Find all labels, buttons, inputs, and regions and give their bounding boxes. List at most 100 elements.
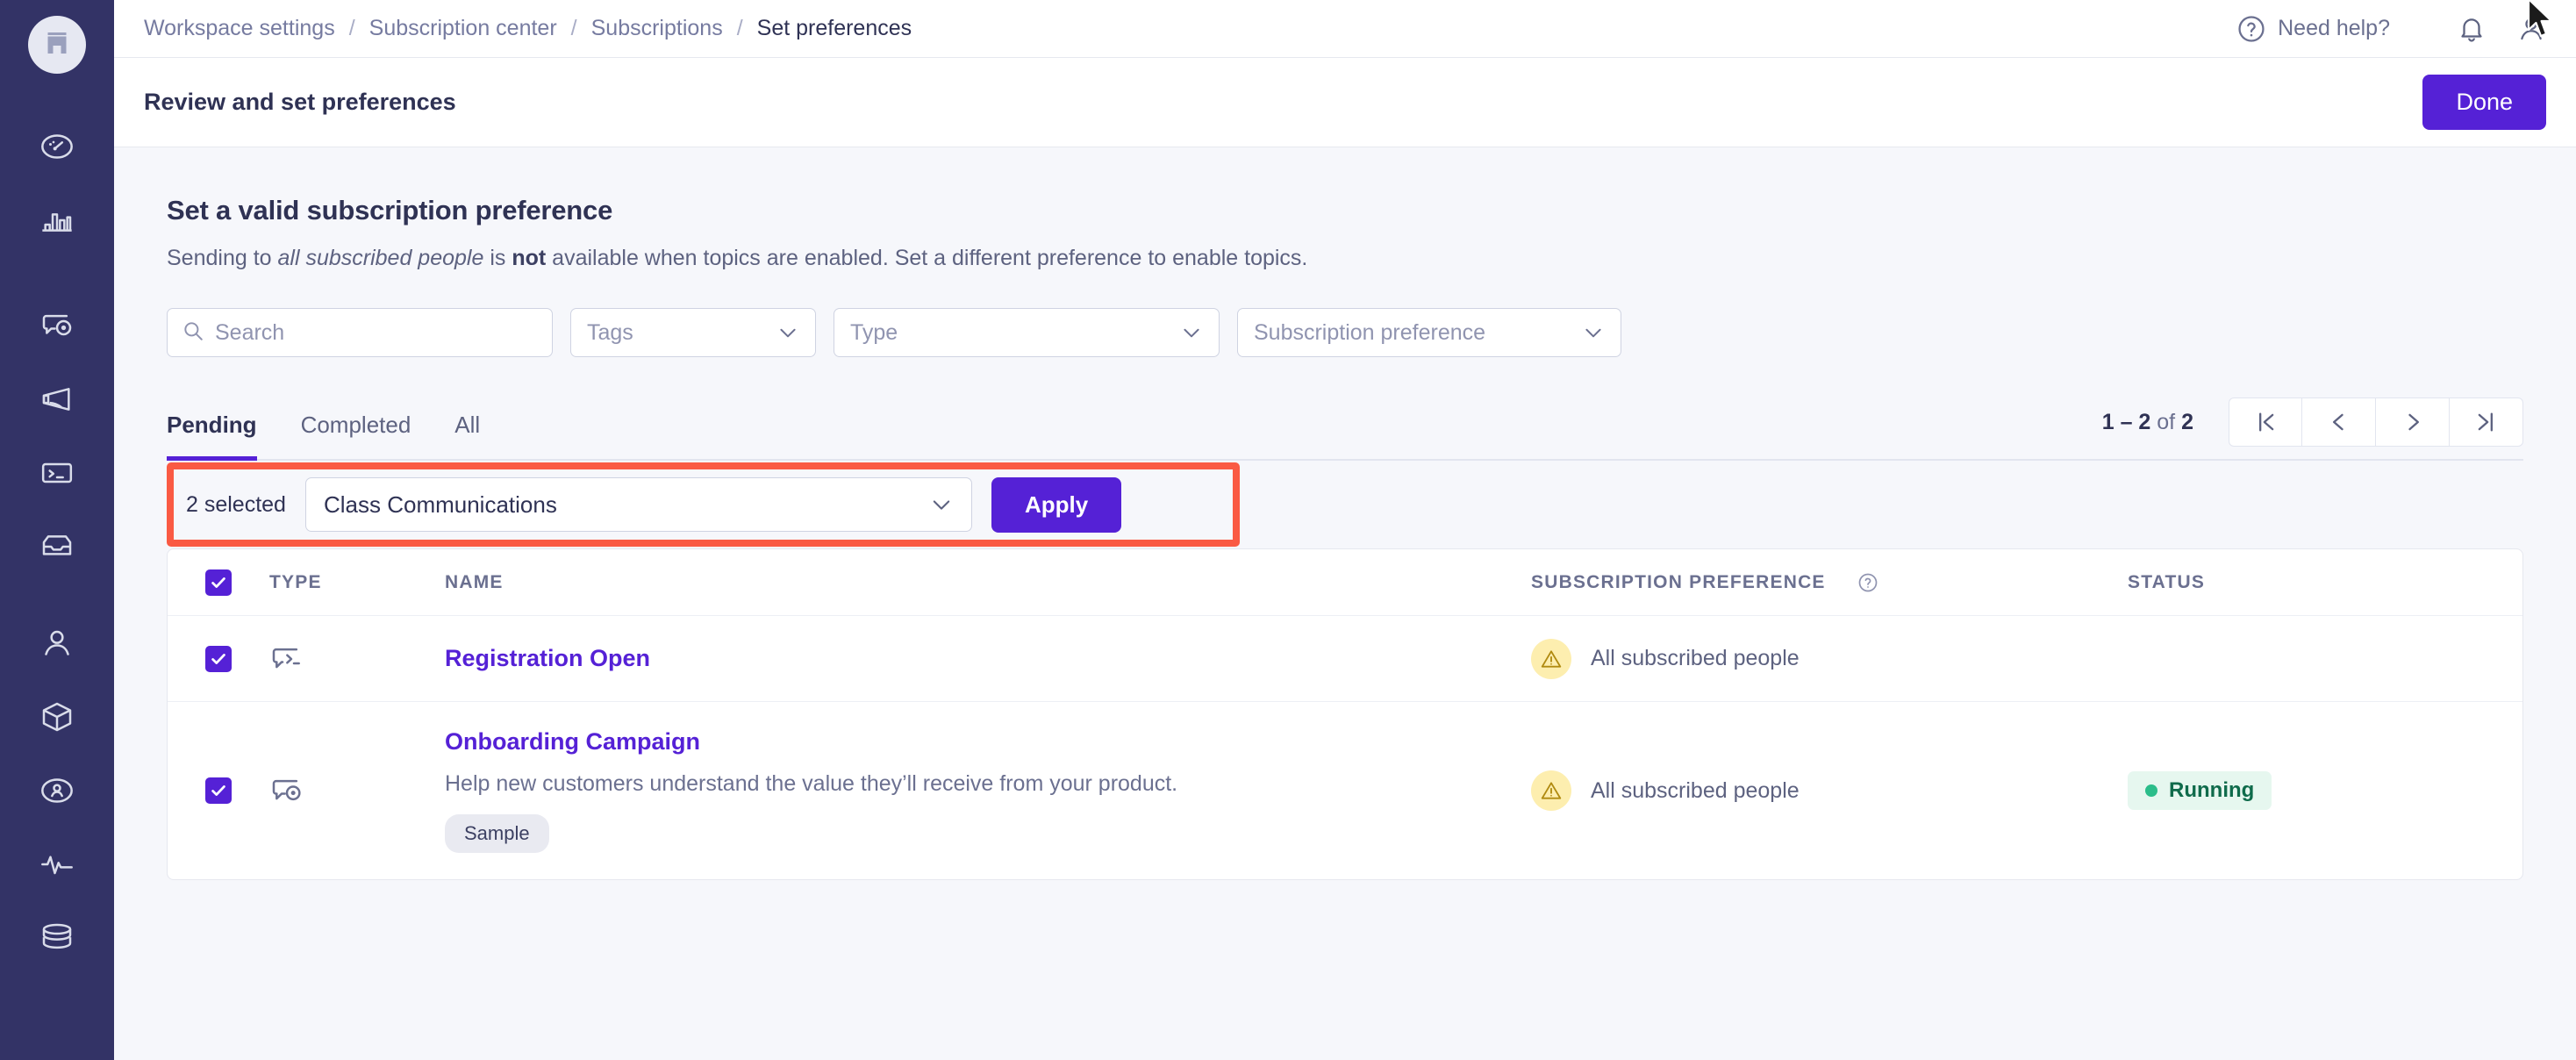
tab-pending[interactable]: Pending (167, 412, 257, 461)
pagination: 1 – 2 of 2 (2102, 398, 2523, 459)
row-checkbox[interactable] (205, 645, 232, 672)
pagination-count: 1 – 2 of 2 (2102, 410, 2193, 435)
question-circle-icon (2236, 14, 2266, 44)
row-preference-cell: All subscribed people (1531, 770, 2128, 811)
breadcrumb: Workspace settings / Subscription center… (144, 16, 912, 41)
sidebar-item-people[interactable] (30, 616, 84, 670)
workspace-logo[interactable] (28, 16, 86, 74)
need-help-label: Need help? (2278, 16, 2390, 40)
row-name-link[interactable]: Registration Open (445, 645, 1531, 672)
status-badge-label: Running (2169, 778, 2255, 802)
bulk-preference-select[interactable]: Class Communications (304, 477, 972, 532)
desc-part-1: Sending to (167, 246, 278, 270)
page-header: Review and set preferences Done (114, 58, 2576, 147)
column-header-name: NAME (445, 572, 1531, 593)
warning-triangle-icon (1531, 638, 1571, 679)
breadcrumb-item-subscription-center[interactable]: Subscription center (369, 16, 557, 41)
column-header-preference-label: SUBSCRIPTION PREFERENCE (1531, 571, 1826, 592)
search-icon (182, 319, 204, 347)
cube-icon (39, 699, 75, 734)
sidebar-item-campaigns[interactable] (30, 298, 84, 353)
check-icon (209, 573, 228, 592)
select-all-cell (168, 569, 269, 596)
sidebar-item-messages[interactable] (30, 446, 84, 500)
column-header-status: STATUS (2128, 572, 2522, 593)
chat-terminal-icon (269, 641, 304, 677)
status-badge: Running (2128, 771, 2272, 810)
breadcrumb-item-subscriptions[interactable]: Subscriptions (591, 16, 723, 41)
main-pane: Workspace settings / Subscription center… (114, 0, 2576, 1060)
filter-bar: Tags Type Subscription preference (167, 308, 2523, 357)
tab-all[interactable]: All (454, 412, 480, 461)
done-button[interactable]: Done (2422, 75, 2546, 130)
notifications-button[interactable] (2457, 14, 2487, 44)
row-checkbox[interactable] (205, 777, 232, 804)
sidebar-item-data[interactable] (30, 911, 84, 965)
breadcrumb-separator: / (570, 16, 577, 40)
question-circle-icon[interactable] (1857, 572, 1878, 593)
gauge-icon (39, 129, 75, 164)
selected-count-label: 2 selected (186, 491, 286, 517)
subscriptions-table: TYPE NAME SUBSCRIPTION PREFERENCE STATUS… (167, 548, 2523, 880)
column-header-status-label: STATUS (2128, 571, 2206, 592)
row-name-link[interactable]: Onboarding Campaign (445, 728, 1531, 756)
sidebar-item-accounts[interactable] (30, 763, 84, 818)
pagination-next-button[interactable] (2376, 398, 2450, 447)
chevron-left-icon (2327, 410, 2351, 434)
pagination-buttons (2229, 398, 2523, 447)
row-type-cell (269, 773, 445, 808)
check-icon (209, 781, 228, 800)
pagination-of: of (2157, 409, 2176, 434)
sidebar-item-inbox[interactable] (30, 519, 84, 574)
table-row: Onboarding Campaign Help new customers u… (168, 702, 2522, 879)
desc-emphasis: all subscribed people (277, 246, 484, 270)
row-description: Help new customers understand the value … (445, 771, 1178, 796)
bulk-action-bar: 2 selected Class Communications Apply (167, 461, 2523, 548)
desc-part-3: available when topics are enabled. Set a… (546, 246, 1308, 270)
section-heading: Set a valid subscription preference (167, 195, 613, 226)
tags-filter-label: Tags (587, 319, 633, 345)
column-header-name-label: NAME (445, 571, 504, 592)
tags-filter-select[interactable]: Tags (570, 308, 816, 357)
row-name-cell: Onboarding Campaign Help new customers u… (445, 702, 1531, 879)
sidebar (0, 0, 114, 1060)
user-icon (39, 626, 75, 661)
page-content: Set a valid subscription preference Send… (114, 147, 2576, 1060)
row-select-cell (168, 777, 269, 804)
bar-chart-icon (39, 203, 75, 238)
column-header-type-label: TYPE (269, 571, 322, 592)
pagination-first-button[interactable] (2229, 398, 2302, 447)
app-root: Workspace settings / Subscription center… (0, 0, 2576, 1060)
select-all-checkbox[interactable] (205, 569, 232, 596)
pagination-last-button[interactable] (2450, 398, 2523, 447)
type-filter-select[interactable]: Type (834, 308, 1220, 357)
chevron-down-icon (776, 321, 799, 344)
search-field[interactable] (167, 308, 553, 357)
desc-part-2: is (483, 246, 512, 270)
need-help-button[interactable]: Need help? (2236, 14, 2390, 44)
apply-button[interactable]: Apply (991, 476, 1122, 533)
row-name-cell: Registration Open (445, 645, 1531, 672)
sidebar-item-products[interactable] (30, 690, 84, 744)
megaphone-icon (39, 382, 75, 417)
user-icon (2516, 14, 2546, 44)
chat-target-icon (269, 773, 304, 808)
warning-triangle-icon (1531, 770, 1571, 811)
breadcrumb-item-workspace-settings[interactable]: Workspace settings (144, 16, 335, 41)
user-circle-icon (39, 773, 75, 808)
sidebar-item-dashboard[interactable] (30, 119, 84, 174)
subscription-preference-filter-select[interactable]: Subscription preference (1237, 308, 1621, 357)
pagination-total: 2 (2181, 409, 2193, 434)
sidebar-item-analytics[interactable] (30, 193, 84, 247)
account-button[interactable] (2516, 14, 2546, 44)
search-input[interactable] (215, 319, 538, 346)
chevron-down-icon (929, 492, 954, 517)
sidebar-item-activity[interactable] (30, 837, 84, 892)
sidebar-item-broadcasts[interactable] (30, 372, 84, 426)
pagination-prev-button[interactable] (2302, 398, 2376, 447)
subscription-preference-filter-label: Subscription preference (1254, 319, 1486, 345)
database-icon (39, 920, 75, 956)
terminal-icon (39, 455, 75, 491)
table-row: Registration Open All subscribed people (168, 616, 2522, 702)
tab-completed[interactable]: Completed (301, 412, 411, 461)
